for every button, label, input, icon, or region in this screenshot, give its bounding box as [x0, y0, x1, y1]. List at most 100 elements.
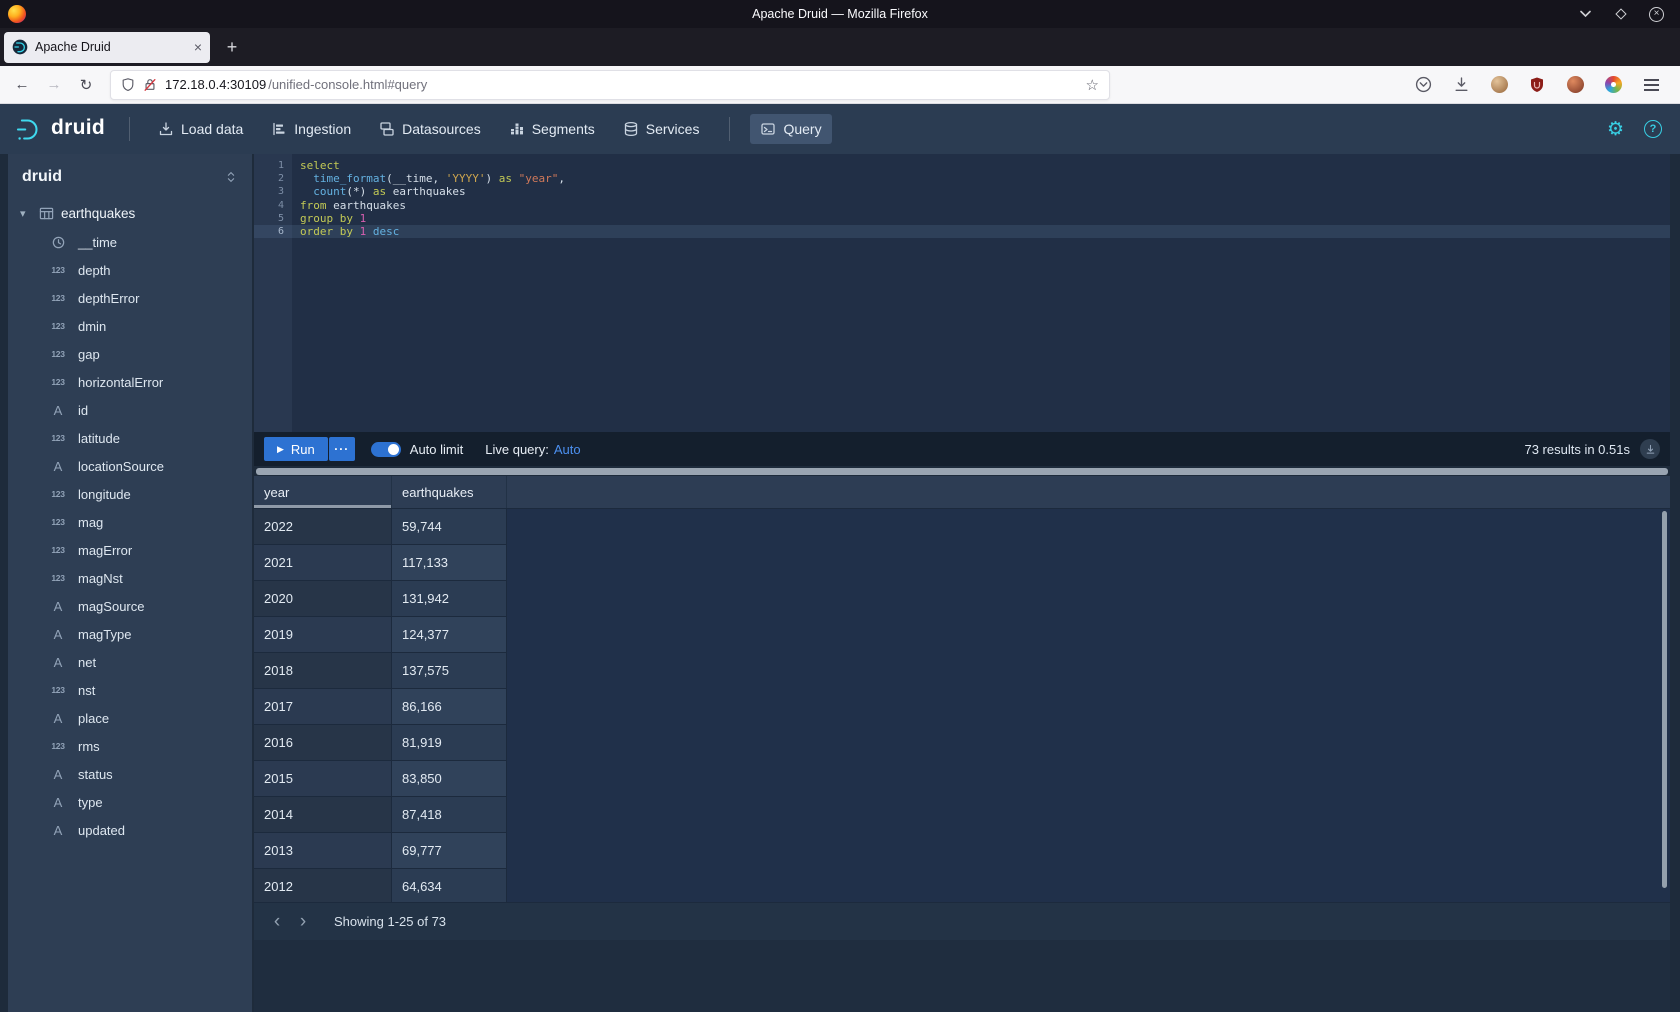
column-header-earthquakes[interactable]: earthquakes [392, 476, 507, 508]
nav-item-services[interactable]: Services [613, 114, 710, 144]
insecure-lock-icon[interactable] [143, 77, 157, 92]
earthquakes-cell[interactable]: 81,919 [392, 725, 507, 761]
druid-brand[interactable]: druid [51, 116, 105, 140]
editor-results-splitter[interactable] [254, 466, 1670, 476]
vertical-scrollbar[interactable] [1662, 511, 1667, 888]
year-cell[interactable]: 2019 [254, 617, 392, 653]
earthquakes-cell[interactable]: 124,377 [392, 617, 507, 653]
tab-close-icon[interactable]: × [194, 40, 202, 54]
code-line[interactable]: group by 1 [292, 212, 1670, 225]
chevron-down-icon[interactable]: ▾ [20, 207, 32, 220]
sidebar-column-horizontalError[interactable]: 123horizontalError [8, 368, 252, 396]
prev-page-button[interactable]: ‹ [264, 909, 290, 935]
menu-icon[interactable] [1638, 72, 1664, 98]
sidebar-column-status[interactable]: Astatus [8, 760, 252, 788]
gear-icon[interactable]: ⚙ [1607, 118, 1624, 140]
sidebar-column-magSource[interactable]: AmagSource [8, 592, 252, 620]
reload-button[interactable]: ↻ [72, 71, 100, 99]
earthquakes-cell[interactable]: 69,777 [392, 833, 507, 869]
code-line[interactable]: count(*) as earthquakes [292, 185, 1670, 198]
year-cell[interactable]: 2022 [254, 509, 392, 545]
sidebar-column-dmin[interactable]: 123dmin [8, 312, 252, 340]
sidebar-column-depth[interactable]: 123depth [8, 256, 252, 284]
nav-item-segments[interactable]: Segments [499, 114, 605, 144]
sidebar-column-magNst[interactable]: 123magNst [8, 564, 252, 592]
pocket-icon[interactable] [1410, 72, 1436, 98]
nav-item-datasources[interactable]: Datasources [369, 114, 491, 144]
ublock-origin-icon[interactable] [1524, 72, 1550, 98]
sidebar-table-earthquakes[interactable]: ▾ earthquakes [8, 198, 252, 228]
tracking-protection-shield-icon[interactable] [121, 77, 135, 92]
sql-editor[interactable]: 123456 select time_format(__time, 'YYYY'… [254, 154, 1670, 432]
year-cell[interactable]: 2012 [254, 869, 392, 902]
editor-code[interactable]: select time_format(__time, 'YYYY') as "y… [292, 154, 1670, 432]
sidebar-column-locationSource[interactable]: AlocationSource [8, 452, 252, 480]
sidebar-column-depthError[interactable]: 123depthError [8, 284, 252, 312]
line-number: 4 [254, 199, 292, 212]
extension-icon[interactable] [1562, 72, 1588, 98]
column-header-year[interactable]: year [254, 476, 392, 508]
run-more-button[interactable]: ··· [329, 437, 355, 461]
year-cell[interactable]: 2014 [254, 797, 392, 833]
sidebar-column-nst[interactable]: 123nst [8, 676, 252, 704]
earthquakes-cell[interactable]: 87,418 [392, 797, 507, 833]
double-caret-icon[interactable] [224, 169, 238, 185]
sidebar-column-net[interactable]: Anet [8, 648, 252, 676]
help-icon[interactable]: ? [1644, 120, 1662, 138]
back-button[interactable]: ← [8, 71, 36, 99]
year-cell[interactable]: 2015 [254, 761, 392, 797]
url-bar[interactable]: 172.18.0.4:30109 /unified-console.html#q… [110, 70, 1110, 100]
sidebar-column-id[interactable]: Aid [8, 396, 252, 424]
code-line[interactable]: order by 1 desc [292, 225, 1670, 238]
sidebar-column-mag[interactable]: 123mag [8, 508, 252, 536]
code-line[interactable]: select [292, 159, 1670, 172]
earthquakes-cell[interactable]: 117,133 [392, 545, 507, 581]
sidebar-column-magType[interactable]: AmagType [8, 620, 252, 648]
year-cell[interactable]: 2016 [254, 725, 392, 761]
earthquakes-cell[interactable]: 59,744 [392, 509, 507, 545]
nav-item-ingestion[interactable]: Ingestion [261, 114, 361, 144]
nav-item-query[interactable]: Query [750, 114, 831, 144]
earthquakes-cell[interactable]: 64,634 [392, 869, 507, 902]
live-query-value[interactable]: Auto [554, 442, 581, 457]
browser-tab-apache-druid[interactable]: Apache Druid × [4, 32, 210, 63]
column-name: net [78, 655, 96, 670]
sidebar-column-__time[interactable]: __time [8, 228, 252, 256]
close-button[interactable]: × [1649, 7, 1664, 22]
earthquakes-cell[interactable]: 137,575 [392, 653, 507, 689]
earthquakes-cell[interactable]: 86,166 [392, 689, 507, 725]
sidebar-column-longitude[interactable]: 123longitude [8, 480, 252, 508]
minimize-button[interactable] [1577, 6, 1593, 22]
forward-button[interactable]: → [40, 71, 68, 99]
code-line[interactable]: time_format(__time, 'YYYY') as "year", [292, 172, 1670, 185]
next-page-button[interactable]: › [290, 909, 316, 935]
run-button[interactable]: ▶ Run [264, 437, 328, 461]
year-cell[interactable]: 2013 [254, 833, 392, 869]
sidebar-column-gap[interactable]: 123gap [8, 340, 252, 368]
code-line[interactable]: from earthquakes [292, 199, 1670, 212]
sidebar-column-magError[interactable]: 123magError [8, 536, 252, 564]
line-number: 5 [254, 212, 292, 225]
account-avatar-icon[interactable] [1486, 72, 1512, 98]
downloads-icon[interactable] [1448, 72, 1474, 98]
year-cell[interactable]: 2021 [254, 545, 392, 581]
maximize-button[interactable] [1613, 6, 1629, 22]
extension-pinwheel-icon[interactable] [1600, 72, 1626, 98]
earthquakes-cell[interactable]: 131,942 [392, 581, 507, 617]
druid-logo-icon[interactable] [14, 116, 41, 143]
year-cell[interactable]: 2017 [254, 689, 392, 725]
year-cell[interactable]: 2018 [254, 653, 392, 689]
pagination-bar: ‹ › Showing 1-25 of 73 [254, 902, 1670, 940]
sidebar-column-latitude[interactable]: 123latitude [8, 424, 252, 452]
new-tab-button[interactable]: + [218, 33, 246, 61]
sidebar-column-rms[interactable]: 123rms [8, 732, 252, 760]
bookmark-star-icon[interactable]: ☆ [1086, 76, 1099, 94]
sidebar-column-place[interactable]: Aplace [8, 704, 252, 732]
sidebar-column-type[interactable]: Atype [8, 788, 252, 816]
earthquakes-cell[interactable]: 83,850 [392, 761, 507, 797]
sidebar-column-updated[interactable]: Aupdated [8, 816, 252, 844]
year-cell[interactable]: 2020 [254, 581, 392, 617]
auto-limit-toggle[interactable] [371, 442, 401, 457]
download-results-button[interactable] [1640, 439, 1660, 459]
nav-item-load-data[interactable]: Load data [148, 114, 253, 144]
